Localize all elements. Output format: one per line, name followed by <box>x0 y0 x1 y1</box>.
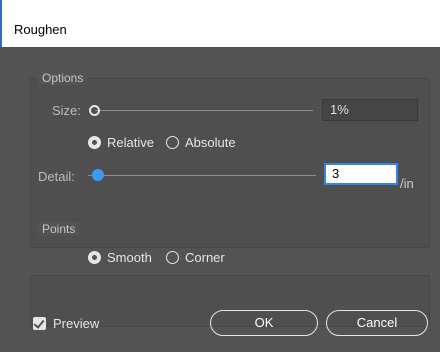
absolute-radio[interactable]: Absolute <box>166 135 236 150</box>
detail-slider-track[interactable] <box>88 175 316 176</box>
smooth-radio[interactable]: Smooth <box>88 250 152 265</box>
title-bar: Roughen <box>0 0 440 47</box>
detail-label: Detail: <box>38 169 75 184</box>
size-value: 1% <box>330 102 349 117</box>
window-title: Roughen <box>14 22 67 37</box>
cancel-button[interactable]: Cancel <box>326 310 428 336</box>
size-value-field[interactable]: 1% <box>322 99 418 121</box>
relative-radio[interactable]: Relative <box>88 135 154 150</box>
smooth-label: Smooth <box>107 250 152 265</box>
detail-unit: /in <box>400 176 414 191</box>
points-group-label: Points <box>38 222 80 236</box>
radio-selected-icon <box>88 251 101 264</box>
corner-label: Corner <box>185 250 225 265</box>
absolute-label: Absolute <box>185 135 236 150</box>
size-slider-track[interactable] <box>95 110 313 111</box>
corner-radio[interactable]: Corner <box>166 250 225 265</box>
detail-slider-thumb[interactable] <box>92 169 104 181</box>
radio-unselected-icon <box>166 136 179 149</box>
detail-value: 3 <box>332 166 340 181</box>
radio-unselected-icon <box>166 251 179 264</box>
relative-label: Relative <box>107 135 154 150</box>
preview-checkbox[interactable]: Preview <box>33 316 99 331</box>
checkmark-icon <box>33 317 46 330</box>
radio-selected-icon <box>88 136 101 149</box>
preview-label: Preview <box>53 316 100 331</box>
size-label: Size: <box>52 103 81 118</box>
options-group-label: Options <box>38 71 88 85</box>
roughen-dialog: Options Size: 1% Relative Absolute Detai… <box>0 47 440 352</box>
ok-button[interactable]: OK <box>210 310 318 336</box>
size-slider-thumb[interactable] <box>89 105 100 116</box>
detail-value-field[interactable]: 3 <box>324 163 398 185</box>
